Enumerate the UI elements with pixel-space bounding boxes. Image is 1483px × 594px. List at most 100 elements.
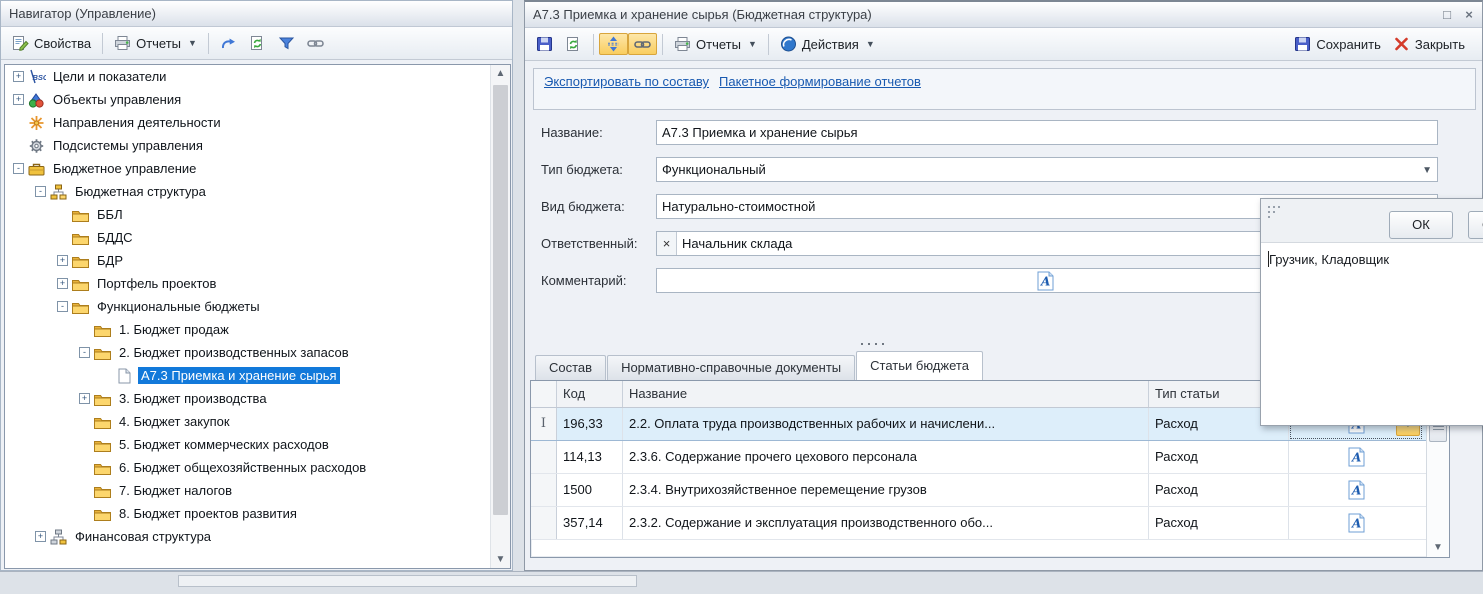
row-selector[interactable] [531,441,557,473]
field-input[interactable]: А7.3 Приемка и хранение сырья [656,120,1438,145]
tree-item[interactable]: 1. Бюджет продаж [5,318,510,341]
tree-item[interactable]: -Бюджетная структура [5,180,510,203]
column-header[interactable]: Код [557,381,623,407]
tab-budget-items[interactable]: Статьи бюджета [856,351,983,380]
splitter-handle[interactable] [861,342,891,346]
memo-editor-icon[interactable]: A [1348,480,1365,500]
tree-item[interactable]: +3. Бюджет производства [5,387,510,410]
cell-type[interactable]: Расход [1149,474,1289,506]
expand-icon[interactable]: + [57,278,68,289]
cell-code[interactable]: 114,13 [557,441,623,473]
collapse-icon[interactable]: - [57,301,68,312]
cancel-button[interactable]: О [1468,211,1483,239]
grid-scrollbar[interactable]: ▼ [1426,408,1449,557]
filter-button[interactable] [272,32,301,54]
tree-scrollbar-thumb[interactable] [493,85,508,515]
cell-name[interactable]: 2.3.2. Содержание и эксплуатация произво… [623,507,1149,539]
cell-type[interactable]: Расход [1149,441,1289,473]
cell-type[interactable]: Расход [1149,507,1289,539]
cell-name[interactable]: 2.3.6. Содержание прочего цехового персо… [623,441,1149,473]
tree-item[interactable]: +БДР [5,249,510,272]
cell-memo[interactable]: A [1289,474,1423,506]
refresh-button[interactable] [559,33,588,55]
expand-icon[interactable]: + [13,94,24,105]
maximize-button[interactable]: □ [1438,2,1456,27]
cell-code[interactable]: 357,14 [557,507,623,539]
link-button[interactable] [301,32,330,54]
nav-reports-button[interactable]: Отчеты ▼ [108,32,203,54]
tree-item[interactable]: -Функциональные бюджеты [5,295,510,318]
row-edit-indicator[interactable]: I [531,408,557,440]
save-button[interactable]: Сохранить [1288,33,1387,55]
column-header[interactable]: Название [623,381,1149,407]
table-row[interactable]: 15002.3.4. Внутрихозяйственное перемещен… [531,474,1449,507]
link-icon [307,35,324,51]
tree-item[interactable]: А7.3 Приемка и хранение сырья [5,364,510,387]
memo-editor-icon[interactable]: A [1348,513,1365,533]
tree-item[interactable]: ББЛ [5,203,510,226]
tree-item[interactable]: Направления деятельности [5,111,510,134]
save-icon-button[interactable] [530,33,559,55]
ok-button[interactable]: ОК [1389,211,1453,239]
tree-scrollbar[interactable]: ▲ ▼ [490,65,510,568]
tree-item[interactable]: +Портфель проектов [5,272,510,295]
memo-editor-icon[interactable]: A [1348,447,1365,467]
scroll-down-icon[interactable]: ▼ [1427,542,1449,553]
scroll-up-icon[interactable]: ▲ [491,65,510,82]
tree-item[interactable]: +Объекты управления [5,88,510,111]
memo-editor-icon[interactable]: A [1037,271,1054,291]
tree-item[interactable]: БДДС [5,226,510,249]
close-button[interactable]: Закрыть [1387,33,1471,55]
memo-text-area[interactable]: Грузчик, Кладовщик [1261,243,1483,276]
tree-item[interactable]: 5. Бюджет коммерческих расходов [5,433,510,456]
scroll-down-icon[interactable]: ▼ [491,551,510,568]
split-view-button[interactable] [599,33,628,55]
refresh-button[interactable] [243,32,272,54]
tree-item[interactable]: 7. Бюджет налогов [5,479,510,502]
cell-code[interactable]: 196,33 [557,408,623,440]
tree-item[interactable]: 4. Бюджет закупок [5,410,510,433]
row-selector[interactable] [531,474,557,506]
cell-code[interactable]: 1500 [557,474,623,506]
collapse-icon[interactable]: - [35,186,46,197]
tree-item[interactable]: -Бюджетное управление [5,157,510,180]
field-label: Вид бюджета: [541,199,656,214]
cell-memo[interactable]: A [1289,507,1423,539]
cell-memo[interactable]: A [1289,441,1423,473]
go-to-button[interactable] [214,32,243,54]
printer-icon [114,35,131,51]
expand-icon[interactable]: + [13,71,24,82]
table-row[interactable]: 357,142.3.2. Содержание и эксплуатация п… [531,507,1449,540]
tab-documents[interactable]: Нормативно-справочные документы [607,355,855,380]
tree-item[interactable]: +BSCЦели и показатели [5,65,510,88]
split-icon [605,36,622,52]
table-row[interactable]: 114,132.3.6. Содержание прочего цехового… [531,441,1449,474]
hyperlink-0[interactable]: Экспортировать по составу [544,74,709,89]
tree-item[interactable]: 8. Бюджет проектов развития [5,502,510,525]
hyperlink-1[interactable]: Пакетное формирование отчетов [719,74,921,89]
link-mode-button[interactable] [628,33,657,55]
clear-icon[interactable]: × [657,232,677,255]
column-header[interactable] [531,381,557,407]
drag-grip-icon[interactable] [1268,206,1270,208]
collapse-icon[interactable]: - [13,163,24,174]
close-window-button[interactable]: × [1460,2,1478,27]
horizontal-scrollbar[interactable] [178,575,637,587]
properties-button[interactable]: Свойства [6,32,97,54]
cell-name[interactable]: 2.3.4. Внутрихозяйственное перемещение г… [623,474,1149,506]
tree-item[interactable]: Подсистемы управления [5,134,510,157]
expand-icon[interactable]: + [79,393,90,404]
cell-name[interactable]: 2.2. Оплата труда производственных рабоч… [623,408,1149,440]
row-selector[interactable] [531,507,557,539]
tab-sostav[interactable]: Состав [535,355,606,380]
editor-reports-button[interactable]: Отчеты ▼ [668,33,763,55]
actions-button[interactable]: Действия ▼ [774,33,881,55]
tree-item[interactable]: 6. Бюджет общехозяйственных расходов [5,456,510,479]
expand-icon[interactable]: + [57,255,68,266]
expand-icon[interactable]: + [35,531,46,542]
collapse-icon[interactable]: - [79,347,90,358]
field-input[interactable]: Функциональный▼ [656,157,1438,182]
chevron-down-icon[interactable]: ▼ [1422,165,1432,176]
tree-item[interactable]: -2. Бюджет производственных запасов [5,341,510,364]
tree-item[interactable]: +Финансовая структура [5,525,510,548]
